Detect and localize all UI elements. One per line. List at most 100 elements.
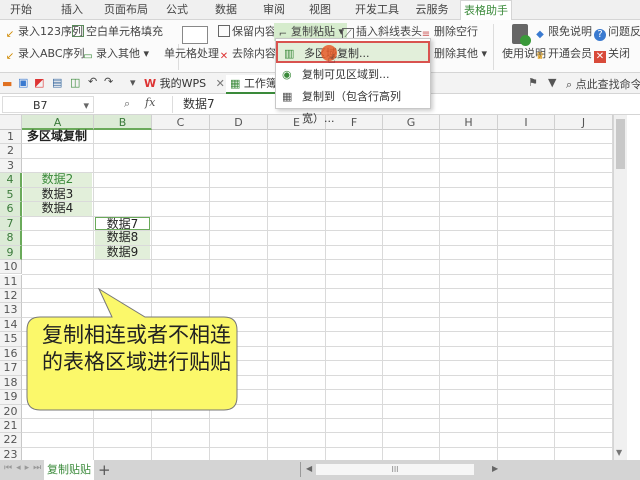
gridline <box>22 287 613 289</box>
arrow-icon: ↙ <box>5 51 15 62</box>
row-header-14[interactable]: 14 <box>0 317 22 333</box>
keep-content-button[interactable]: 保留内容 <box>218 23 276 41</box>
cell-A1[interactable]: 多区域复制 <box>23 129 143 143</box>
vertical-scrollbar[interactable]: ▼ <box>613 115 627 462</box>
cell-A6[interactable]: 数据4 <box>23 201 92 216</box>
tab-7[interactable]: 开发工具 <box>350 0 404 20</box>
column-header-I[interactable]: I <box>498 115 555 130</box>
row-header-13[interactable]: 13 <box>0 303 22 318</box>
row-header-8[interactable]: 8 <box>0 231 22 246</box>
row-header-2[interactable]: 2 <box>0 144 22 159</box>
gridline <box>325 130 326 462</box>
menu-item-copy-with-size[interactable]: ▦ 复制到（包含行高列宽）... <box>276 86 430 125</box>
row-header-18[interactable]: 18 <box>0 375 22 391</box>
menu-item-multi-area-copy[interactable]: ▥多区域复制... <box>276 41 430 63</box>
doc-icon <box>218 25 230 37</box>
row-header-12[interactable]: 12 <box>0 288 22 304</box>
row-header-15[interactable]: 15 <box>0 332 22 347</box>
sheet-tab-active[interactable]: 复制贴贴 <box>44 460 94 480</box>
open-icon[interactable]: ▬ <box>2 77 12 90</box>
row-header-11[interactable]: 11 <box>0 274 22 289</box>
menu-item-copy-visible[interactable]: ◉ 复制可见区域到... <box>276 64 430 86</box>
cell-A5[interactable]: 数据3 <box>23 187 92 202</box>
tab-4[interactable]: 数据 <box>206 0 246 20</box>
flag-icon[interactable]: ⚑ <box>528 76 538 89</box>
filter-icon[interactable]: ▼ <box>548 76 556 89</box>
column-header-J[interactable]: J <box>555 115 613 130</box>
cell-B7[interactable]: 数据7 <box>95 216 150 231</box>
delete-other-button[interactable]: 删除其他 ▾ <box>434 45 487 63</box>
pdf-icon[interactable]: ◩ <box>34 76 44 89</box>
sheet-nav-icons[interactable]: ⏮◂▸⏭ <box>4 463 45 473</box>
save-icon[interactable]: ▣ <box>18 76 28 89</box>
fx-button[interactable]: fx <box>145 96 155 109</box>
faq-link[interactable]: ? 问题反 <box>594 23 640 41</box>
zoom-icon[interactable]: ⌕ <box>124 97 130 111</box>
column-header-D[interactable]: D <box>210 115 268 130</box>
row-header-20[interactable]: 20 <box>0 404 22 419</box>
redo-icon[interactable]: ↷ <box>104 75 113 88</box>
vscroll-thumb[interactable] <box>616 119 625 169</box>
tab-2[interactable]: 页面布局 <box>100 0 152 20</box>
column-header-C[interactable]: C <box>152 115 210 130</box>
tab-8[interactable]: 云服务 <box>410 0 454 20</box>
row-header-7[interactable]: 7 <box>0 216 22 232</box>
tab-3[interactable]: 公式 <box>158 0 196 20</box>
row-header-3[interactable]: 3 <box>0 158 22 174</box>
customize-dropdown-icon[interactable]: ▾ <box>130 76 136 89</box>
tab-9[interactable]: 表格助手 <box>460 0 512 20</box>
add-sheet-button[interactable]: + <box>98 461 111 479</box>
cell-B9[interactable]: 数据9 <box>95 245 150 260</box>
tab-0[interactable]: 开始 <box>2 0 40 20</box>
gridline <box>209 130 210 462</box>
gridline <box>22 446 613 448</box>
search-command[interactable]: ⌕ 点此查找命令 <box>566 76 640 92</box>
gridline <box>22 316 613 318</box>
disclaimer-link[interactable]: ◆ 限免说明 <box>534 23 592 41</box>
spreadsheet-grid[interactable]: A B C D E F G H I J 1 2 3 4 5 6 7 8 9 10 11 12 13 14 15 16 17 18 19 2… <box>0 115 613 462</box>
input-other-button[interactable]: ▭ 录入其他 ▾ <box>82 45 149 63</box>
column-header-H[interactable]: H <box>440 115 498 130</box>
row-header-19[interactable]: 19 <box>0 390 22 405</box>
row-header-10[interactable]: 10 <box>0 260 22 275</box>
copy-paste-menu: ▥多区域复制... ◉复制可见区域到... ▦复制到（包含行高列宽）... ☝ <box>275 38 431 125</box>
tab-6[interactable]: 视图 <box>300 0 340 20</box>
multi-area-icon: ▥ <box>284 47 295 60</box>
print-preview-icon[interactable]: ◫ <box>70 76 80 89</box>
row-header-21[interactable]: 21 <box>0 419 22 434</box>
row-header-22[interactable]: 22 <box>0 433 22 448</box>
gridline <box>22 259 613 261</box>
fill-blank-button[interactable]: 空白单元格填充 <box>72 23 163 41</box>
close-tab-icon[interactable]: ✕ <box>216 77 225 90</box>
remove-content-button[interactable]: ✕ 去除内容 <box>218 45 276 63</box>
column-header-B[interactable]: B <box>94 115 152 130</box>
cell-A4[interactable]: 数据2 <box>23 172 92 187</box>
scroll-down-icon[interactable]: ▼ <box>616 448 622 457</box>
sheet-icon: ▦ <box>230 77 241 90</box>
visible-area-icon: ◉ <box>282 68 292 81</box>
row-header-4[interactable]: 4 <box>0 173 22 188</box>
doc-tab-wps[interactable]: W 我的WPS ✕ <box>144 75 225 92</box>
row-header-5[interactable]: 5 <box>0 187 22 203</box>
select-all-corner[interactable] <box>0 115 22 130</box>
row-header-17[interactable]: 17 <box>0 361 22 376</box>
name-box[interactable]: B7 ▾ <box>2 96 94 113</box>
scroll-left-icon[interactable]: ◀ <box>306 464 312 473</box>
undo-icon[interactable]: ↶ <box>88 75 97 88</box>
tab-1[interactable]: 插入 <box>52 0 92 20</box>
seqabc-button[interactable]: ↙ 录入ABC序列 <box>4 45 85 63</box>
close-button[interactable]: ✕ 关闭 <box>594 45 630 63</box>
column-header-G[interactable]: G <box>383 115 440 130</box>
row-header-6[interactable]: 6 <box>0 202 22 217</box>
doc-tab-workbook[interactable]: ▦ 工作簿 <box>226 75 281 94</box>
row-header-9[interactable]: 9 <box>0 245 22 261</box>
print-icon[interactable]: ▤ <box>52 76 62 89</box>
hscroll-thumb[interactable]: III <box>316 464 474 475</box>
tab-5[interactable]: 审阅 <box>256 0 292 20</box>
row-header-16[interactable]: 16 <box>0 346 22 362</box>
row-header-1[interactable]: 1 <box>0 130 22 145</box>
cell-B8[interactable]: 数据8 <box>95 230 150 245</box>
scroll-right-icon[interactable]: ▶ <box>492 464 498 473</box>
open-vip-button[interactable]: ♛ 开通会员 <box>534 45 592 63</box>
column-header-A[interactable]: A <box>22 115 94 130</box>
